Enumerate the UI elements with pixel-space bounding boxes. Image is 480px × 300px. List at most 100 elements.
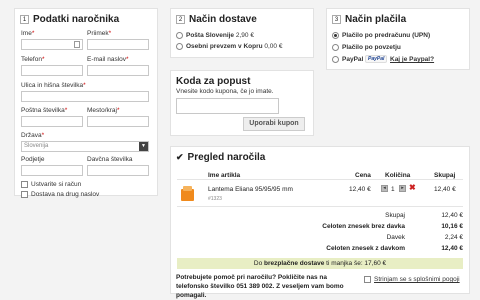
col-total-header: Skupaj	[434, 172, 456, 179]
item-divider	[177, 206, 463, 207]
header-divider	[177, 179, 463, 180]
required-mark: *	[41, 56, 45, 63]
shipping-option-post-price: 2,90 €	[235, 32, 254, 39]
coupon-title: Koda za popust	[176, 76, 251, 87]
shipping-option-pickup-price: 0,00 €	[264, 43, 283, 50]
qty-value[interactable]: 1	[391, 186, 395, 193]
city-field[interactable]	[87, 116, 149, 127]
country-select[interactable]: Slovenija ▼	[21, 141, 149, 152]
shipping-option-pickup[interactable]: Osebni prevzem v Kopru 0,00 €	[186, 43, 282, 50]
phone-field[interactable]	[21, 65, 83, 76]
payment-title: 3 Način plačila	[332, 14, 406, 25]
street-label-text: Ulica in hišna številka	[21, 82, 84, 89]
chevron-down-icon[interactable]: ▼	[139, 142, 148, 151]
payment-title-text: Način plačila	[345, 14, 407, 25]
email-field[interactable]	[87, 65, 149, 76]
surname-field[interactable]	[87, 39, 149, 50]
step-number: 3	[332, 15, 341, 24]
billing-title: 1 Podatki naročnika	[20, 14, 119, 25]
phone-label-text: Telefon	[21, 56, 42, 63]
qty-decrease-button[interactable]: ◂	[381, 185, 388, 192]
step-number: 2	[176, 15, 185, 24]
postcode-label-text: Poštna številka	[21, 107, 65, 114]
name-field[interactable]	[21, 39, 83, 50]
col-price-header: Cena	[355, 172, 371, 179]
free-shipping-bold: brezplačne dostave	[264, 260, 325, 267]
product-name[interactable]: Lantema Eliana 95/95/95 mm	[208, 186, 293, 193]
summary-gross-value: 12,40 €	[441, 245, 463, 252]
summary-net-value: 10,16 €	[441, 223, 463, 230]
terms-label[interactable]: Strinjam se s splošnimi pogoji	[374, 276, 460, 283]
qty-increase-button[interactable]: ▸	[399, 185, 406, 192]
shipping-title: 2 Način dostave	[176, 14, 257, 25]
street-field[interactable]	[21, 91, 149, 102]
shipping-option-pickup-radio[interactable]	[176, 43, 183, 50]
billing-panel: 1 Podatki naročnika Ime* Priimek* Telefo…	[14, 8, 158, 198]
summary-gross-label: Celoten znesek z davkom	[326, 245, 405, 252]
country-label: Država*	[21, 132, 44, 139]
required-mark: *	[116, 107, 120, 114]
create-account-checkbox[interactable]	[21, 181, 28, 188]
shipping-option-post[interactable]: Pošta Slovenije 2,90 €	[186, 32, 254, 39]
payment-cod-label[interactable]: Plačilo po povzetju	[342, 44, 401, 51]
free-shipping-banner: Do brezplačne dostave ti manjka še: 17,6…	[177, 258, 463, 269]
phone-label: Telefon*	[21, 56, 45, 63]
shipping-title-text: Način dostave	[189, 14, 257, 25]
street-label: Ulica in hišna številka*	[21, 82, 86, 89]
shipping-panel: 2 Način dostave Pošta Slovenije 2,90 € O…	[170, 8, 314, 58]
billing-title-text: Podatki naročnika	[33, 14, 120, 25]
other-address-checkbox[interactable]	[21, 191, 28, 198]
payment-panel: 3 Način plačila Plačilo po predračunu (U…	[326, 8, 470, 70]
coupon-input[interactable]	[176, 98, 279, 114]
company-label-text: Podjetje	[21, 156, 45, 163]
product-sku: #1323	[208, 196, 222, 202]
col-name-header: Ime artikla	[208, 172, 241, 179]
checkmark-icon: ✔	[176, 152, 184, 162]
postcode-field[interactable]	[21, 116, 83, 127]
shipping-option-pickup-label: Osebni prevzem v Kopru	[186, 43, 263, 50]
payment-paypal-label[interactable]: PayPal	[342, 56, 363, 63]
vat-field[interactable]	[87, 165, 149, 176]
payment-upn-label[interactable]: Plačilo po predračunu (UPN)	[342, 32, 430, 39]
product-total: 12,40 €	[434, 186, 456, 193]
country-label-text: Država	[21, 132, 42, 139]
city-label: Mesto/kraj*	[87, 107, 120, 114]
surname-label: Priimek*	[87, 30, 111, 37]
other-address-label[interactable]: Dostava na drug naslov	[31, 191, 99, 198]
product-price: 12,40 €	[349, 186, 371, 193]
email-label-text: E-mail naslov	[87, 56, 127, 63]
payment-paypal-radio[interactable]	[332, 56, 339, 63]
shipping-option-post-radio[interactable]	[176, 32, 183, 39]
required-mark: *	[83, 82, 86, 89]
name-label: Ime*	[21, 30, 34, 37]
paypal-info-link[interactable]: Kaj je Paypal?	[390, 56, 434, 63]
col-qty-header: Količina	[385, 172, 411, 179]
free-shipping-pre: Do	[253, 260, 263, 267]
summary-subtotal-label: Skupaj	[385, 212, 405, 219]
required-mark: *	[64, 107, 68, 114]
apply-coupon-button[interactable]: Uporabi kupon	[243, 117, 305, 131]
payment-upn-radio[interactable]	[332, 32, 339, 39]
create-account-label[interactable]: Ustvarite si račun	[31, 181, 81, 188]
country-select-value: Slovenija	[24, 143, 49, 149]
email-label: E-mail naslov*	[87, 56, 129, 63]
review-title: ✔ Pregled naročila	[176, 152, 265, 163]
help-text: Potrebujete pomoč pri naročilu? Pokličit…	[176, 274, 344, 299]
payment-cod-radio[interactable]	[332, 44, 339, 51]
remove-item-icon[interactable]: ✖	[409, 184, 416, 192]
vat-label-text: Davčna številka	[87, 156, 133, 163]
paypal-logo: PayPal	[365, 55, 388, 63]
required-mark: *	[126, 56, 129, 63]
company-field[interactable]	[21, 165, 83, 176]
terms-checkbox[interactable]	[364, 276, 371, 283]
free-shipping-post: ti manjka še: 17,60 €	[326, 260, 387, 267]
surname-label-text: Priimek	[87, 30, 109, 37]
summary-subtotal-value: 12,40 €	[441, 212, 463, 219]
step-number: 1	[20, 15, 29, 24]
order-review-panel: ✔ Pregled naročila Ime artikla Cena Koli…	[170, 146, 470, 299]
coupon-panel: Koda za popust Vnesite kodo kupona, če j…	[170, 70, 314, 136]
contact-card-icon[interactable]	[74, 41, 80, 48]
company-label: Podjetje	[21, 156, 45, 163]
review-title-text: Pregled naročila	[187, 152, 266, 163]
name-label-text: Ime	[21, 30, 32, 37]
